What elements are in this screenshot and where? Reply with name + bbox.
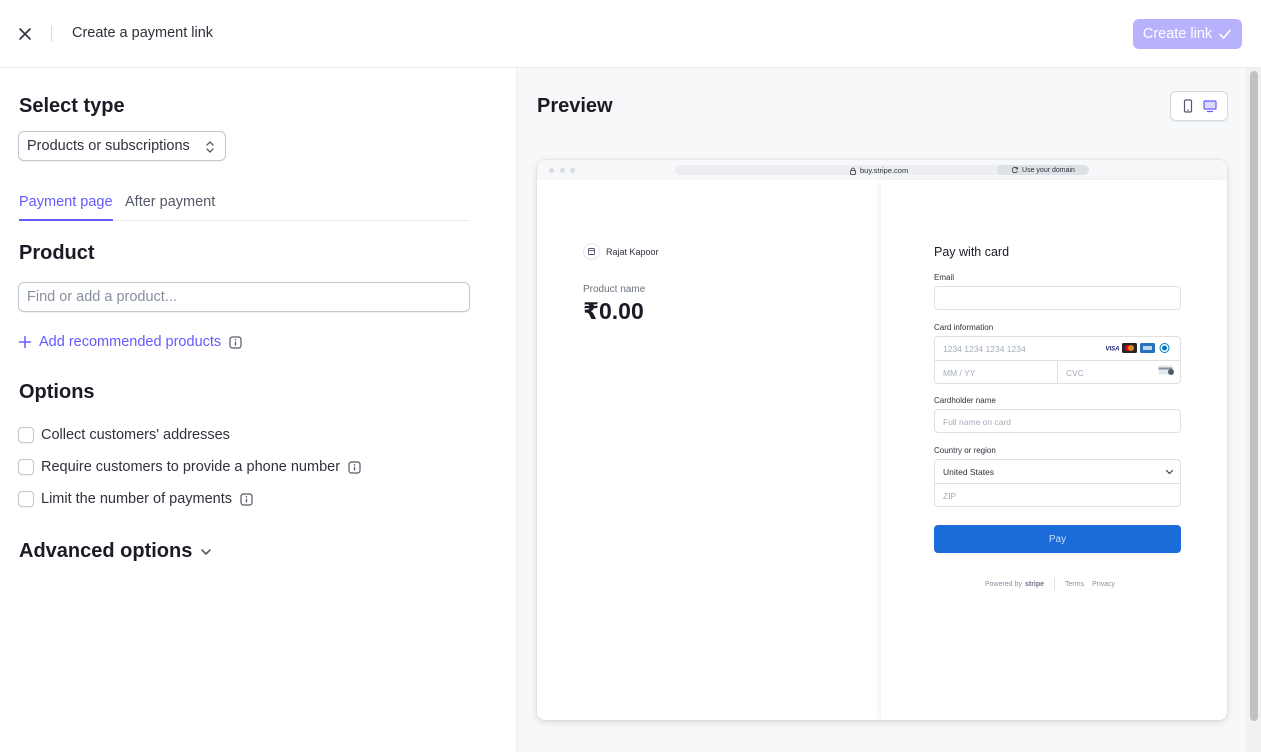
merchant-avatar [583,243,600,260]
cardholder-label: Cardholder name [934,396,996,405]
country-label: Country or region [934,446,996,455]
select-type-heading: Select type [19,95,125,117]
option-label: Limit the number of payments [41,491,233,507]
info-icon[interactable] [229,335,242,349]
tab-payment-page[interactable]: Payment page [19,194,113,221]
country-select[interactable]: United States [943,467,994,477]
chevron-down-icon [1165,469,1174,475]
add-recommended-label: Add recommended products [39,334,222,350]
pay-button[interactable]: Pay [934,525,1181,553]
info-icon[interactable] [348,460,361,474]
diners-club-icon [1159,343,1170,353]
privacy-link[interactable]: Privacy [1092,581,1115,588]
checkout-footer: Powered by stripe Terms Privacy [985,578,1115,590]
plus-icon [18,335,32,349]
footer-divider [1054,578,1056,590]
payment-form: Pay with card Email Card information 123… [881,180,1227,720]
product-name: Product name [583,284,646,295]
product-heading: Product [19,242,95,264]
options-heading: Options [19,381,95,403]
visa-icon: VISA [1104,343,1119,353]
zip-input[interactable]: ZIP [943,491,956,501]
card-info-label: Card information [934,323,994,332]
email-label: Email [934,273,955,282]
option-label: Require customers to provide a phone num… [41,459,341,475]
cvc-card-icon [1158,365,1174,375]
refresh-icon [1012,166,1018,174]
cvc-input[interactable]: CVC [1066,368,1084,378]
card-info-field: 1234 1234 1234 1234 VISA MM / YY CVC [934,336,1181,384]
product-search-input[interactable] [18,282,470,312]
option-limit-payments[interactable]: Limit the number of payments [18,491,253,507]
field-divider [1057,360,1058,384]
product-price: ₹0.00 [583,298,644,324]
pay-with-card-heading: Pay with card [934,245,1010,259]
header-divider [51,26,52,42]
address-field: United States ZIP [934,459,1181,507]
card-number-input[interactable]: 1234 1234 1234 1234 [943,344,1026,354]
field-divider [935,483,1180,484]
merchant-summary: Rajat Kapoor Product name ₹0.00 [537,180,881,720]
option-collect-addresses[interactable]: Collect customers' addresses [18,427,230,443]
powered-by-text: Powered by [985,580,1022,588]
use-domain-label: Use your domain [1022,166,1075,174]
tab-after-payment[interactable]: After payment [125,194,215,221]
scrollbar-thumb[interactable] [1250,71,1258,721]
add-recommended-products-link[interactable]: Add recommended products [18,334,242,350]
desktop-device-icon[interactable] [1203,99,1217,113]
url-text: buy.stripe.com [860,166,909,175]
create-link-button[interactable]: Create link [1133,19,1242,49]
card-brands: VISA [1104,343,1171,353]
mobile-device-icon[interactable] [1181,99,1195,113]
terms-link[interactable]: Terms [1065,581,1084,588]
create-link-label: Create link [1142,26,1213,42]
use-domain-button[interactable]: Use your domain [997,165,1089,175]
option-require-phone[interactable]: Require customers to provide a phone num… [18,459,361,475]
email-field[interactable] [934,286,1181,310]
preview-panel: Preview buy.stripe.com Use your domain R… [516,68,1261,752]
checkout-preview-frame: buy.stripe.com Use your domain Rajat Kap… [537,160,1227,720]
chevron-up-down-icon [206,141,214,153]
svg-text:VISA: VISA [1106,347,1120,353]
checkmark-icon [1219,29,1231,39]
mastercard-icon [1122,343,1137,353]
cardholder-placeholder: Full name on card [943,417,1012,427]
settings-panel: Select type Products or subscriptions Pa… [0,68,516,752]
checkbox[interactable] [18,491,34,507]
merchant-name: Rajat Kapoor [606,247,659,257]
preview-heading: Preview [537,95,613,117]
device-toggle [1170,91,1228,121]
advanced-options-toggle[interactable]: Advanced options [19,540,213,563]
checkbox[interactable] [18,459,34,475]
tab-bar: Payment page After payment [19,194,469,221]
expiry-input[interactable]: MM / YY [943,368,975,378]
info-icon[interactable] [240,492,253,506]
scrollbar[interactable] [1246,68,1261,752]
page-title: Create a payment link [72,25,214,41]
stripe-logo: stripe [1024,580,1045,588]
browser-bar: buy.stripe.com Use your domain [537,160,1227,180]
window-dot [549,168,554,173]
type-select[interactable]: Products or subscriptions [18,131,226,161]
window-dot [560,168,565,173]
store-icon [588,248,595,255]
close-icon[interactable] [16,25,34,43]
top-bar: Create a payment link Create link [0,0,1261,68]
option-label: Collect customers' addresses [41,427,230,443]
type-select-value: Products or subscriptions [27,138,190,154]
lock-icon [850,167,856,175]
url-display: buy.stripe.com [849,166,908,175]
checkbox[interactable] [18,427,34,443]
advanced-options-label: Advanced options [19,540,193,562]
amex-icon [1140,343,1155,353]
chevron-down-icon [201,548,212,555]
window-dot [570,168,575,173]
cardholder-field[interactable]: Full name on card [934,409,1181,433]
